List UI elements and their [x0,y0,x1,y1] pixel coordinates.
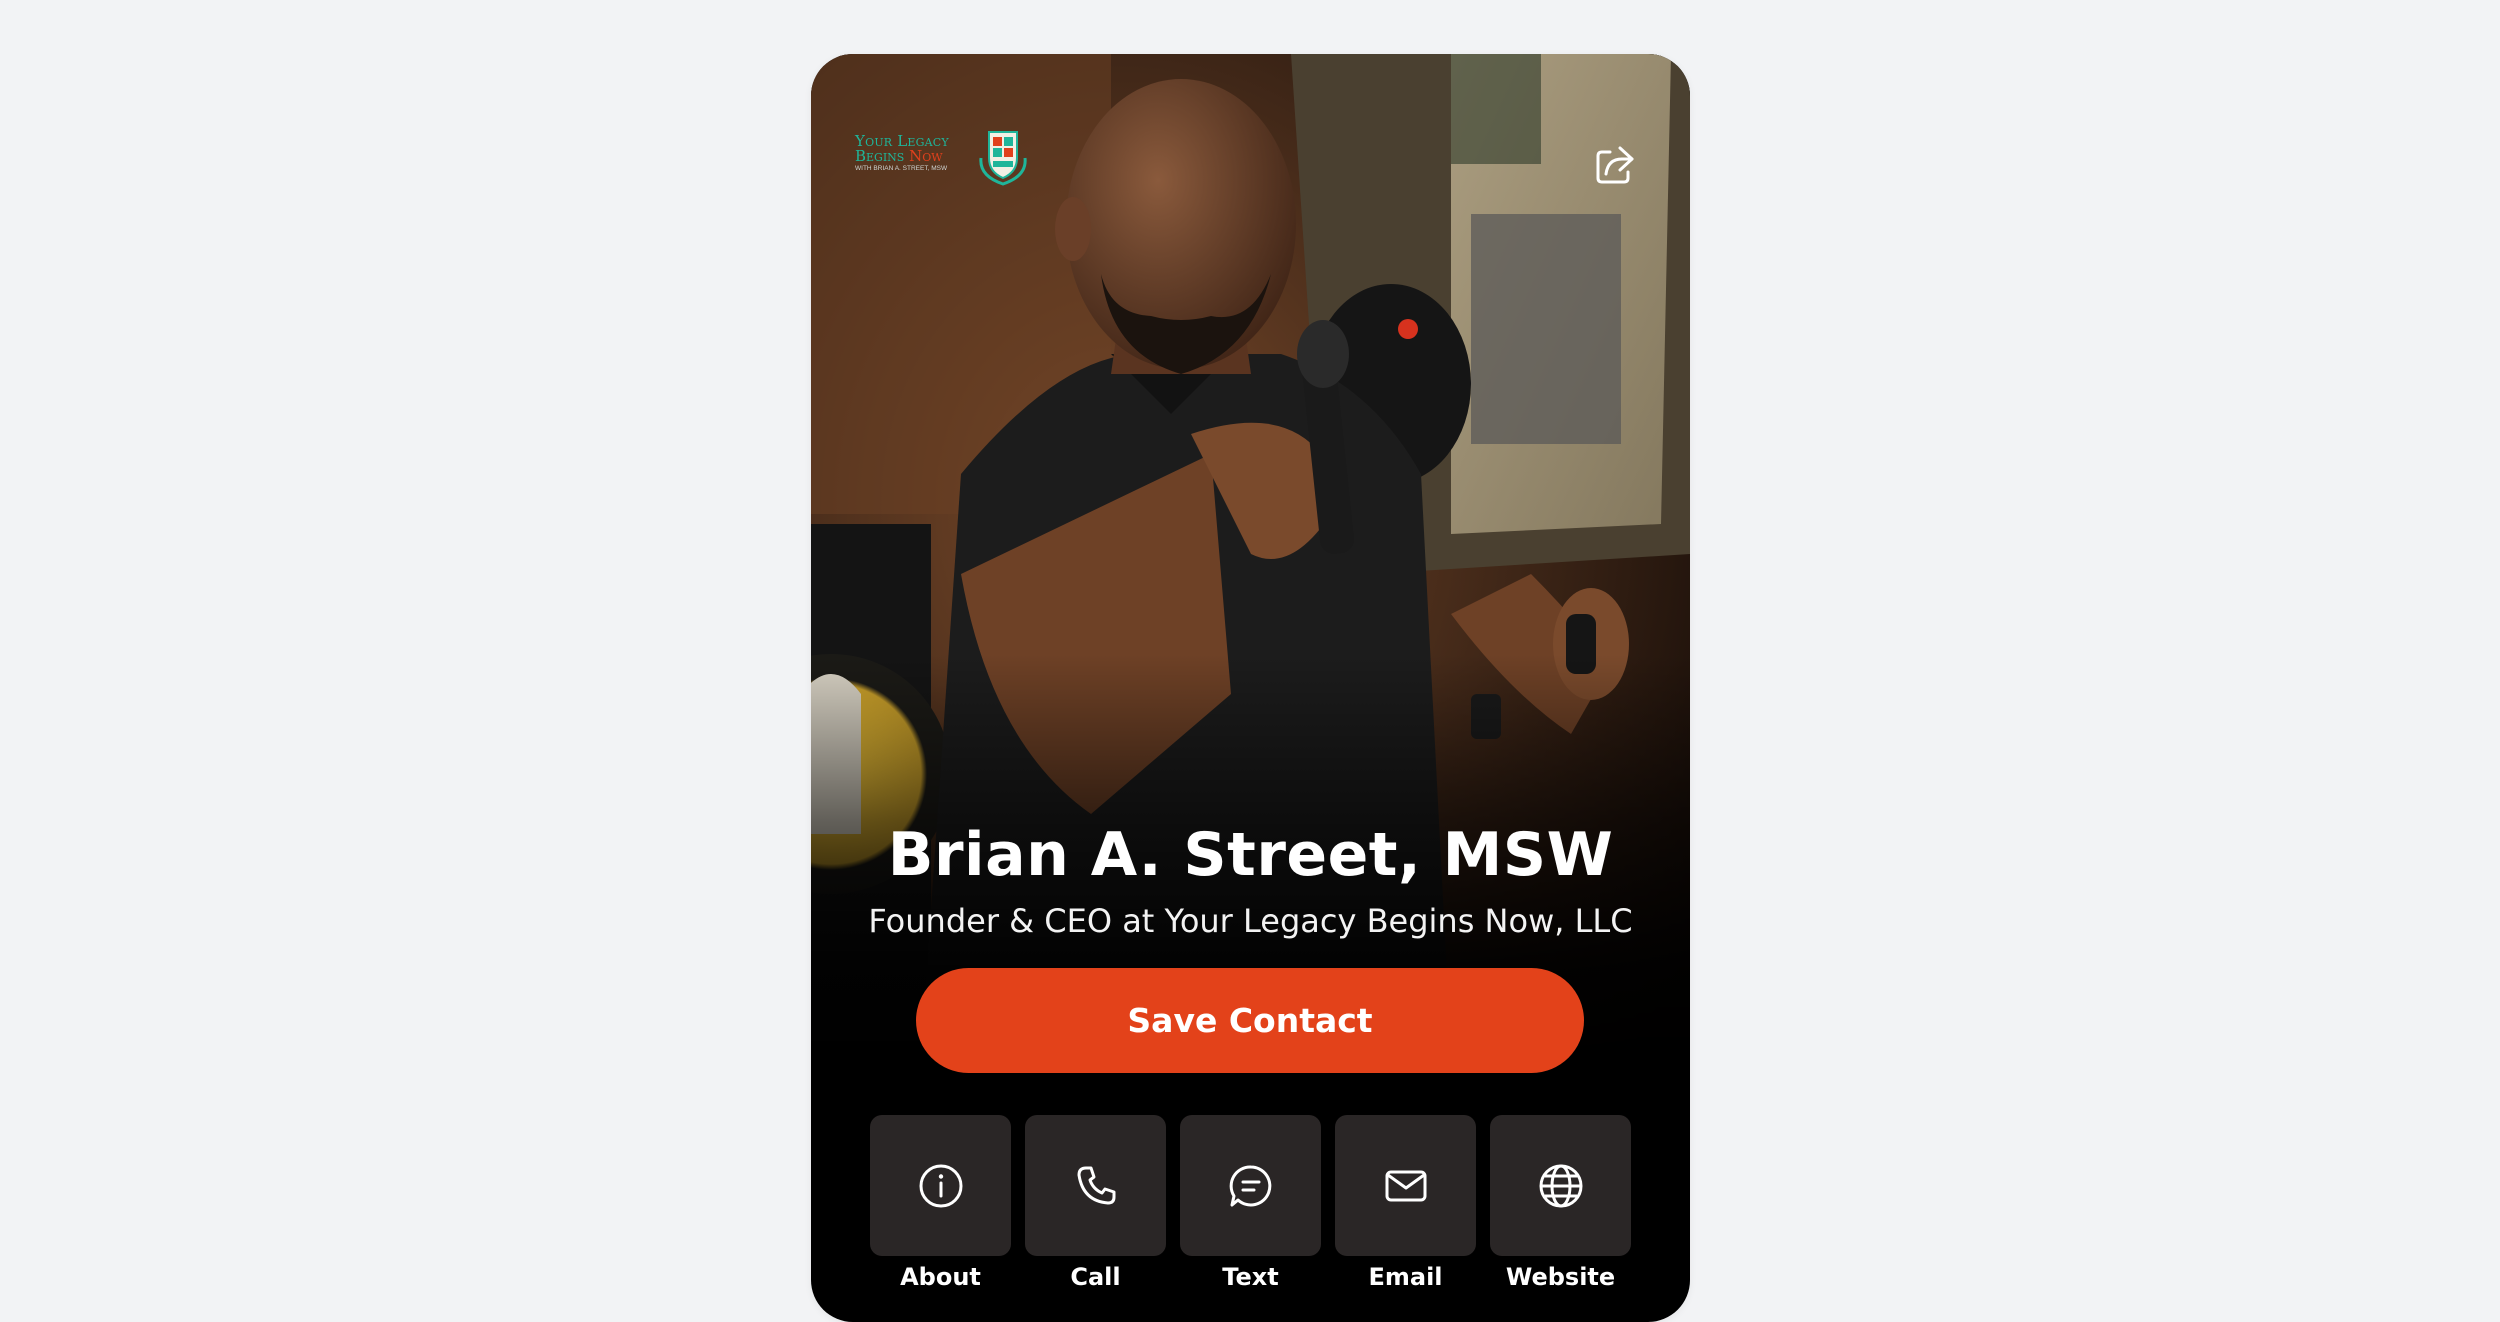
action-text-tile[interactable] [1180,1115,1321,1256]
logo-now: Now [909,147,943,165]
profile-card: Your Legacy Begins Now WITH BRIAN A. STR… [811,54,1690,1322]
globe-icon [1539,1164,1582,1207]
logo-line-2: Begins Now [855,149,949,164]
action-email-label: Email [1368,1263,1443,1291]
action-about-tile[interactable] [870,1115,1011,1256]
action-text[interactable]: Text [1180,1115,1321,1295]
profile-title: Founder & CEO at Your Legacy Begins Now,… [868,902,1633,940]
action-about[interactable]: About [870,1115,1011,1295]
share-icon [1596,146,1634,184]
logo-line-3: WITH BRIAN A. STREET, MSW [855,165,948,172]
action-bar: About Call Text Email Website [870,1115,1632,1295]
action-email[interactable]: Email [1335,1115,1476,1295]
message-icon [1229,1164,1271,1206]
profile-name: Brian A. Street, MSW [887,820,1614,890]
action-call[interactable]: Call [1025,1115,1166,1295]
mail-icon [1385,1170,1426,1201]
action-call-label: Call [1070,1263,1121,1291]
crest-icon [979,131,1027,186]
action-about-label: About [900,1263,981,1291]
phone-icon [1077,1166,1115,1204]
action-email-tile[interactable] [1335,1115,1476,1256]
save-contact-button[interactable]: Save Contact [916,968,1584,1073]
action-website[interactable]: Website [1490,1115,1631,1295]
logo-begins: Begins [855,147,905,165]
share-button[interactable] [1590,140,1638,188]
info-icon [919,1164,962,1207]
company-logo: Your Legacy Begins Now WITH BRIAN A. STR… [855,131,1035,244]
action-website-tile[interactable] [1490,1115,1631,1256]
action-call-tile[interactable] [1025,1115,1166,1256]
action-website-label: Website [1505,1263,1616,1291]
action-text-label: Text [1222,1263,1279,1291]
